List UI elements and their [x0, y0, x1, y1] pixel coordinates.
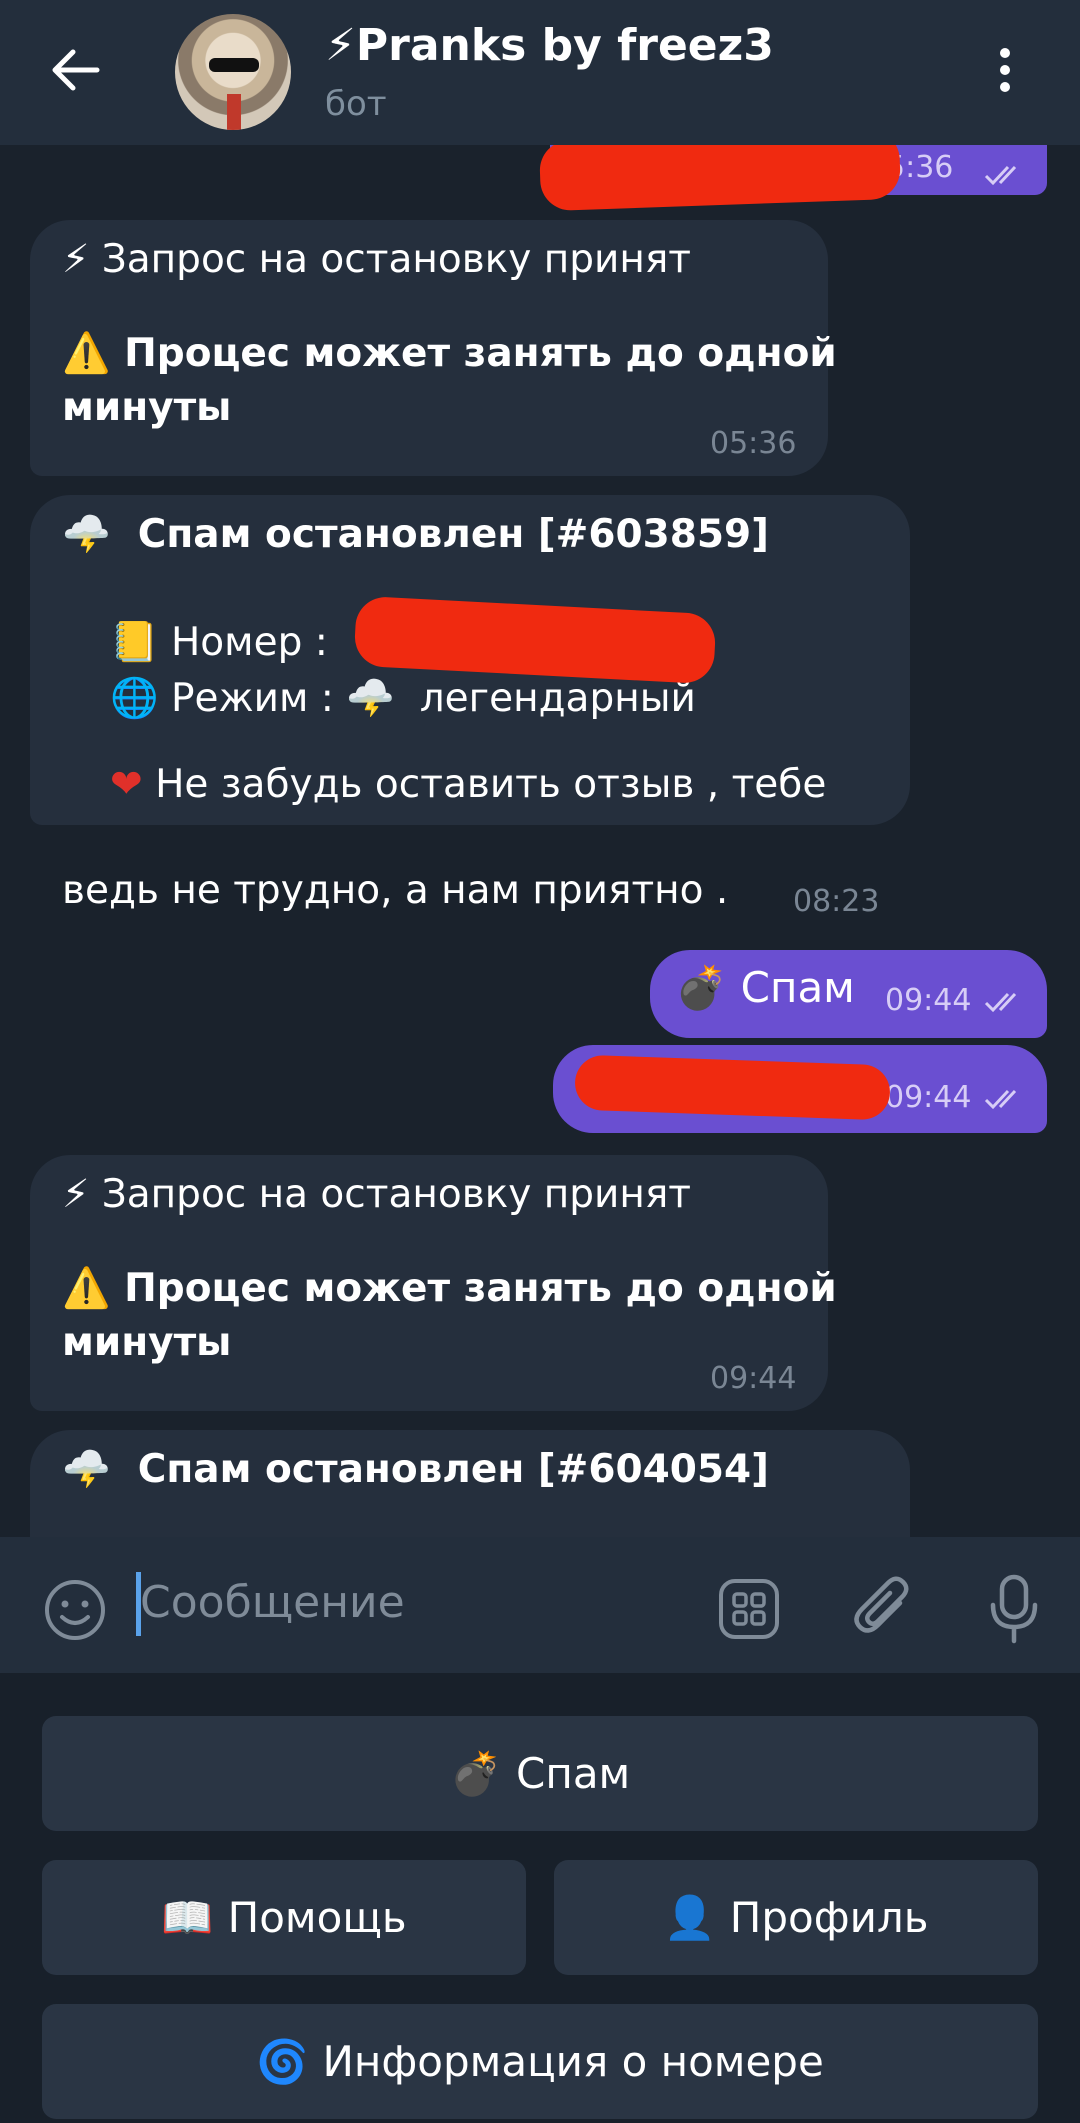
heart-icon: ❤ [110, 762, 143, 807]
attach-icon[interactable] [852, 1573, 916, 1643]
message-time: 05:36 [710, 426, 797, 461]
message-text: ⚡ Запрос на остановку принят [62, 1172, 692, 1217]
read-checks-icon [984, 992, 1017, 1013]
message-text: ⚠️ Процес может занять до одной [62, 331, 837, 376]
bot-avatar[interactable] [175, 14, 291, 130]
message-incoming[interactable]: ⚡ Запрос на остановку принят ⚠️ Процес м… [30, 1155, 837, 1411]
message-incoming[interactable]: 🌩️ Спам остановлен [#604054] [30, 1430, 910, 1537]
message-incoming[interactable]: ⚡ Запрос на остановку принят ⚠️ Процес м… [30, 220, 837, 476]
message-time: 09:44 [885, 983, 972, 1018]
bot-reply-keyboard: 💣 Спам 📖 Помощь 👤 Профиль 🌀 Информация о ном… [0, 1673, 1080, 2123]
message-text: минуты [62, 385, 232, 430]
message-time: 09:44 [710, 1361, 797, 1396]
chat-title[interactable]: ⚡Pranks by freez3 [325, 20, 774, 71]
cyclone-icon: 🌀 [256, 2036, 309, 2086]
microphone-icon[interactable] [987, 1573, 1041, 1645]
bot-keyboard-icon[interactable] [717, 1577, 781, 1641]
emoji-icon[interactable] [42, 1577, 108, 1643]
message-text: 🌐 Режим : 🌩️ легендарный [110, 676, 696, 721]
redaction-mark [574, 1054, 891, 1121]
message-text: ведь не трудно, а нам приятно . [62, 868, 729, 913]
help-button[interactable]: 📖 Помощь [42, 1860, 526, 1975]
message-input-bar: Сообщение [0, 1537, 1080, 1673]
bomb-icon: 💣 [675, 963, 728, 1012]
number-info-button[interactable]: 🌀 Информация о номере [42, 2004, 1038, 2119]
message-text: 🌩️ Спам остановлен [#604054] [62, 1447, 769, 1492]
message-time: 08:23 [793, 884, 880, 919]
bomb-icon: 💣 [449, 1748, 503, 1798]
message-time: 09:44 [885, 1080, 972, 1115]
chat-subtitle: бот [325, 84, 387, 124]
globe-icon: 🌐 [110, 676, 159, 721]
message-incoming-continued [30, 825, 910, 835]
message-text: 🌩️ Спам остановлен [#603859] [62, 512, 769, 557]
message-input[interactable]: Сообщение [140, 1577, 405, 1628]
cloud-storm-icon: 🌩️ [62, 512, 111, 557]
message-text: ⚠️ Процес может занять до одной [62, 1266, 837, 1311]
more-vert-icon[interactable] [995, 45, 1015, 95]
spam-button[interactable]: 💣 Спам [42, 1716, 1038, 1831]
message-text: минуты [62, 1320, 232, 1365]
message-text: 📒 Номер : [110, 620, 328, 665]
book-icon: 📖 [161, 1892, 214, 1942]
chat-header: ⚡Pranks by freez3 бот [0, 0, 1080, 145]
notebook-icon: 📒 [110, 620, 159, 665]
message-text: ❤ Не забудь оставить отзыв , тебе [110, 762, 827, 807]
message-text: ⚡ Запрос на остановку принят [62, 237, 692, 282]
profile-button[interactable]: 👤 Профиль [554, 1860, 1038, 1975]
message-outgoing[interactable]: 💣 Спам 09:44 [650, 950, 1047, 1038]
person-icon: 👤 [663, 1892, 716, 1942]
back-arrow-icon[interactable] [45, 40, 105, 100]
redaction-mark [538, 145, 902, 212]
message-list[interactable]: 5:36 ⚡ Запрос на остановку принят ⚠️ Про… [0, 145, 1080, 1537]
message-text: 💣 Спам [675, 963, 855, 1012]
read-checks-icon [984, 165, 1017, 186]
cloud-storm-icon: 🌩️ [62, 1447, 111, 1492]
read-checks-icon [984, 1089, 1017, 1110]
cloud-storm-icon: 🌩️ [346, 676, 395, 721]
